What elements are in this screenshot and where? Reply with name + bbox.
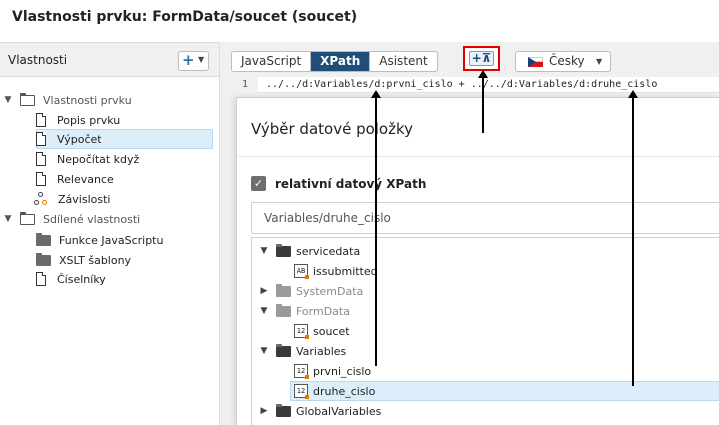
tree-node-label: soucet: [313, 324, 350, 338]
collapse-icon[interactable]: ▼: [258, 346, 270, 356]
tree-item-label: Závislosti: [58, 192, 111, 206]
tree-item-label: Popis prvku: [57, 113, 121, 127]
collapse-icon[interactable]: ▼: [258, 246, 270, 256]
tree-group-vlastnosti-prvku[interactable]: ▼ Vlastnosti prvku: [2, 90, 217, 110]
language-select[interactable]: Česky ▼: [515, 51, 611, 72]
annotation-arrow-insert-button: [478, 70, 488, 133]
tree-node-label: druhe_cislo: [313, 384, 376, 398]
number-field-icon: 12: [294, 324, 309, 339]
tree-item-relevance[interactable]: Relevance: [36, 169, 213, 189]
tree-node-label: Variables: [296, 344, 347, 358]
tree-group-sdilene-vlastnosti[interactable]: ▼ Sdílené vlastnosti: [2, 209, 217, 229]
tree-node-label: prvni_cislo: [313, 364, 372, 378]
tree-item-xslt-sablony[interactable]: XSLT šablony: [36, 250, 213, 270]
tree-group-label: Sdílené vlastnosti: [43, 212, 141, 226]
document-icon: [36, 272, 46, 286]
tree-item-vypocet[interactable]: Výpočet: [36, 129, 213, 149]
tree-item-label: Funkce JavaScriptu: [59, 233, 164, 247]
folder-open-icon: [20, 92, 35, 106]
tree-node-prvni-cislo[interactable]: 12 prvni_cislo: [294, 361, 719, 381]
collapse-icon[interactable]: ▼: [2, 214, 14, 224]
tree-item-label: Výpočet: [57, 132, 102, 146]
text-field-icon: AB: [294, 264, 309, 279]
tree-node-label: issubmitted: [313, 264, 378, 278]
tree-node-druhe-cislo[interactable]: 12 druhe_cislo: [290, 381, 719, 401]
annotation-arrow-prvni-cislo: [371, 90, 381, 366]
insert-data-highlight: +⊼: [463, 46, 500, 71]
tab-javascript[interactable]: JavaScript: [232, 52, 312, 71]
folder-icon: [276, 243, 291, 257]
chevron-down-icon: ▼: [198, 55, 205, 64]
relative-xpath-label[interactable]: relativní datový XPath: [275, 177, 426, 191]
data-item-dialog: Výběr datové položky ✓ relativní datový …: [236, 97, 719, 425]
tree-item-label: XSLT šablony: [59, 253, 132, 267]
cz-flag-icon: [528, 57, 543, 67]
xpath-expression[interactable]: ../../d:Variables/d:prvni_cislo + ../../…: [266, 77, 657, 93]
tree-node-systemdata[interactable]: ▶ SystemData: [258, 281, 719, 301]
folder-icon: [276, 303, 291, 317]
insert-data-button[interactable]: +⊼: [469, 51, 494, 66]
tree-item-zavislosti[interactable]: Závislosti: [34, 189, 211, 209]
tree-item-label: Relevance: [57, 172, 114, 186]
tree-item-funkce-javascriptu[interactable]: Funkce JavaScriptu: [36, 230, 213, 250]
number-field-icon: 12: [294, 364, 309, 379]
properties-header-label: Vlastnosti: [8, 53, 68, 67]
document-icon: [36, 152, 46, 166]
document-icon: [36, 172, 46, 186]
chevron-down-icon: ▼: [596, 57, 603, 66]
tab-xpath[interactable]: XPath: [311, 52, 371, 71]
folder-icon: [276, 343, 291, 357]
document-icon: [36, 132, 46, 146]
folder-open-icon: [20, 211, 35, 225]
folder-icon: [36, 232, 51, 246]
tree-item-label: Nepočítat když: [57, 152, 140, 166]
folder-icon: [276, 403, 291, 417]
folder-icon: [276, 283, 291, 297]
tree-node-label: SystemData: [296, 284, 364, 298]
tree-node-issubmitted[interactable]: AB issubmitted: [294, 261, 719, 281]
tree-node-label: GlobalVariables: [296, 404, 382, 418]
dialog-divider: [237, 156, 719, 157]
tree-node-servicedata[interactable]: ▼ servicedata: [258, 241, 719, 261]
properties-panel: Vlastnosti + ▼ ▼ Vlastnosti prvku Popis …: [0, 42, 219, 425]
tree-node-globalvariables[interactable]: ▶ GlobalVariables: [258, 401, 719, 421]
collapse-icon[interactable]: ▼: [258, 306, 270, 316]
data-item-tree: ▼ servicedata AB issubmitted ▶ SystemDat…: [251, 237, 719, 425]
language-label: Česky: [549, 54, 585, 68]
number-field-icon: 12: [294, 384, 309, 399]
collapse-icon[interactable]: ▼: [2, 95, 14, 105]
page-title: Vlastnosti prvku: FormData/soucet (souce…: [12, 9, 358, 25]
dialog-title: Výběr datové položky: [251, 120, 414, 138]
tree-item-popis-prvku[interactable]: Popis prvku: [36, 110, 213, 130]
dependencies-icon: [34, 192, 48, 206]
editor-tabs: JavaScript XPath Asistent: [231, 51, 438, 72]
tree-node-label: FormData: [296, 304, 350, 318]
line-number: 1: [220, 77, 258, 93]
tree-node-label: servicedata: [296, 244, 361, 258]
add-property-button[interactable]: + ▼: [178, 51, 209, 71]
tree-group-label: Vlastnosti prvku: [43, 93, 132, 107]
tree-item-label: Číselníky: [57, 272, 106, 286]
plus-icon: +: [182, 51, 195, 69]
properties-header: Vlastnosti + ▼: [0, 42, 219, 77]
annotation-arrow-druhe-cislo: [628, 90, 638, 386]
tree-node-soucet[interactable]: 12 soucet: [294, 321, 719, 341]
folder-icon: [36, 252, 51, 266]
relative-xpath-checkbox[interactable]: ✓: [251, 176, 266, 191]
tree-item-ciselniky[interactable]: Číselníky: [36, 269, 213, 289]
xpath-editor[interactable]: 1 ../../d:Variables/d:prvni_cislo + ../.…: [220, 77, 719, 93]
tree-node-formdata[interactable]: ▼ FormData: [258, 301, 719, 321]
expand-icon[interactable]: ▶: [258, 406, 270, 416]
document-icon: [36, 113, 46, 127]
tree-item-nepocitat-kdyz[interactable]: Nepočítat když: [36, 149, 213, 169]
tab-asistent[interactable]: Asistent: [370, 52, 436, 71]
tree-node-variables[interactable]: ▼ Variables: [258, 341, 719, 361]
data-item-search-input[interactable]: Variables/druhe_cislo: [251, 202, 719, 234]
expand-icon[interactable]: ▶: [258, 286, 270, 296]
